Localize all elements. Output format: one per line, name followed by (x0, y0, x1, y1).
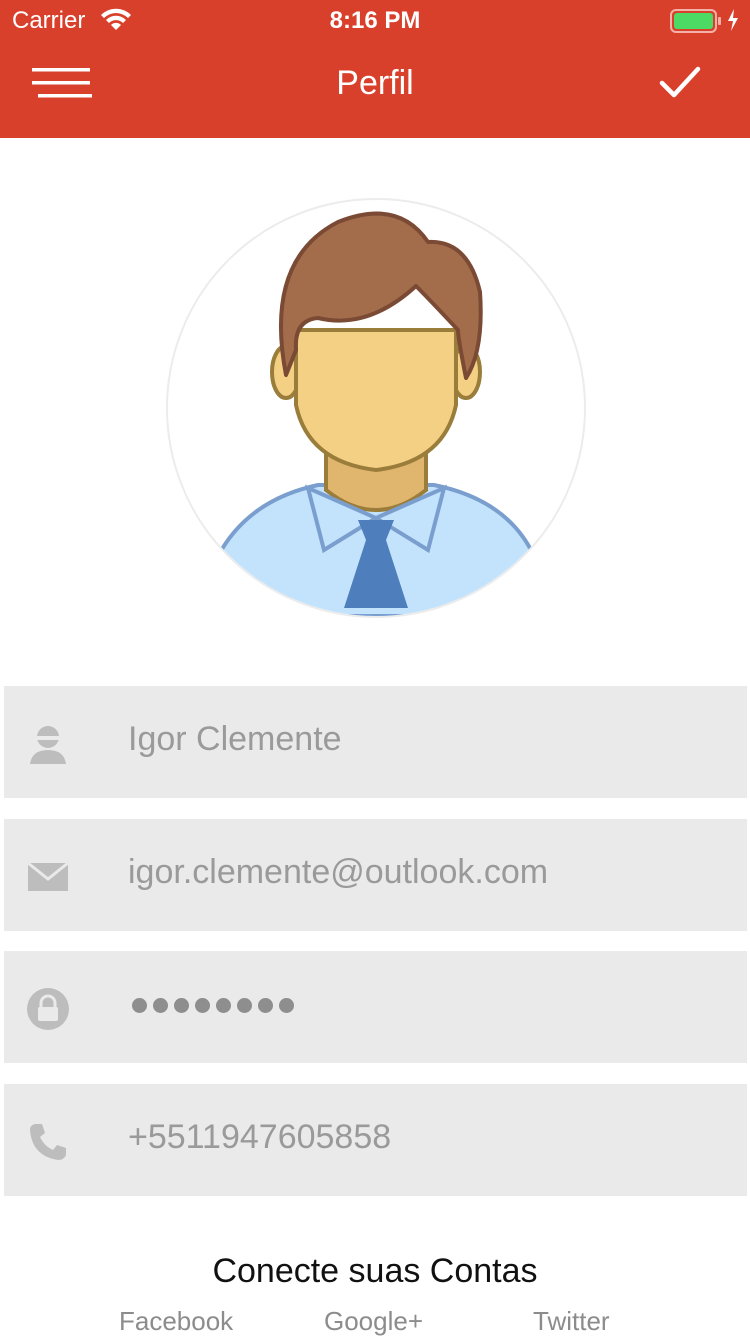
avatar[interactable] (166, 198, 586, 618)
twitter-link[interactable]: Twitter (533, 1306, 610, 1337)
top-bar: Carrier 8:16 PM Perfil (0, 0, 750, 138)
checkmark-icon (659, 66, 701, 98)
battery-icon (670, 9, 721, 33)
phone-field[interactable]: +5511947605858 (4, 1084, 747, 1196)
save-button[interactable] (656, 62, 704, 104)
phone-value: +5511947605858 (128, 1118, 392, 1156)
user-avatar-icon (191, 211, 561, 616)
password-value (132, 998, 300, 1018)
google-plus-link[interactable]: Google+ (324, 1306, 423, 1337)
status-bar: Carrier 8:16 PM (0, 0, 750, 40)
password-field[interactable] (4, 951, 747, 1063)
facebook-link[interactable]: Facebook (119, 1306, 233, 1337)
name-field[interactable]: Igor Clemente (4, 686, 747, 798)
email-field[interactable]: igor.clemente@outlook.com (4, 819, 747, 931)
page-title: Perfil (336, 64, 414, 102)
user-icon (30, 726, 66, 764)
phone-icon (30, 1124, 66, 1160)
clock: 8:16 PM (329, 7, 421, 34)
lock-icon (27, 988, 69, 1030)
charging-icon (728, 9, 738, 31)
name-value: Igor Clemente (128, 720, 342, 758)
connect-accounts-title: Conecte suas Contas (212, 1252, 538, 1290)
envelope-icon (27, 861, 69, 891)
email-value: igor.clemente@outlook.com (128, 853, 549, 891)
